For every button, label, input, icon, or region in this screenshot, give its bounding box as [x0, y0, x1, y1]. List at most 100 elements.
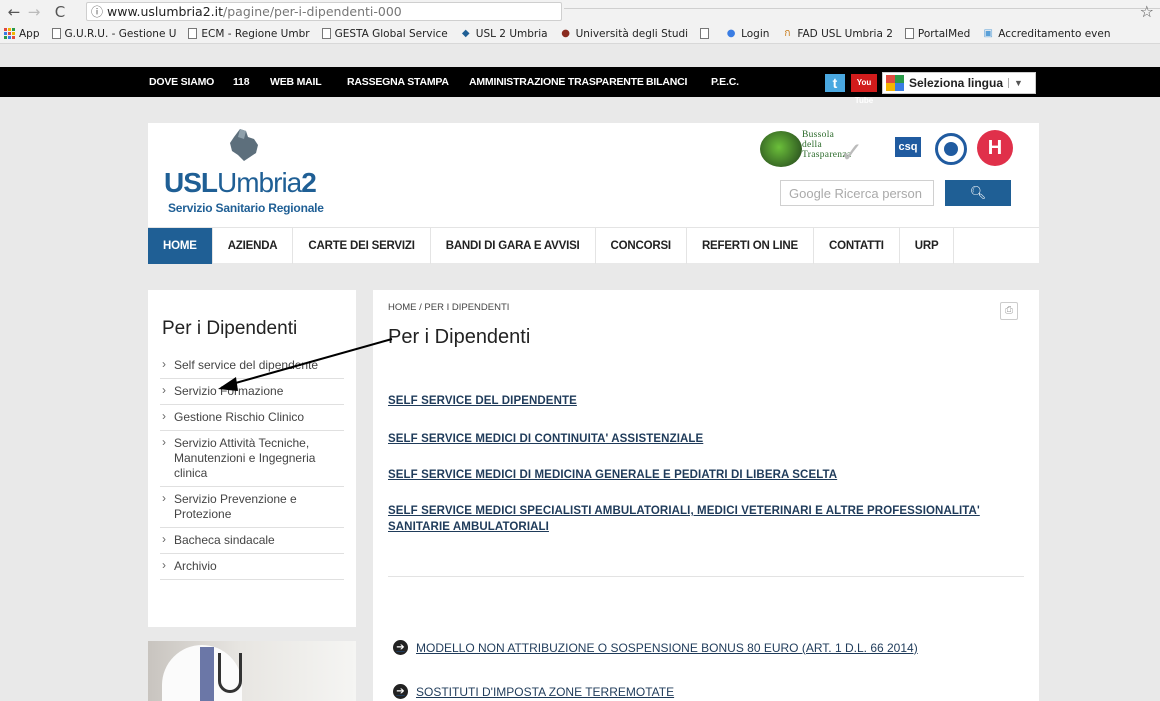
url-host: www.uslumbria2.it [107, 4, 224, 19]
sidebar-item-servizio-formazione[interactable]: Servizio Formazione [160, 379, 344, 405]
bookmark-portalmed[interactable]: PortalMed [904, 27, 971, 40]
site-topbar: DOVE SIAMO 118 WEB MAIL RASSEGNA STAMPA … [0, 67, 1160, 105]
nav-contatti[interactable]: CONTATTI [814, 228, 900, 264]
dropdown-arrow-icon: ▼ [1008, 78, 1023, 88]
certification-seal-icon [935, 133, 967, 165]
bookmark-label: FAD USL Umbria 2 [797, 27, 893, 40]
university-favicon-icon: ● [561, 27, 570, 39]
sidebar-title: Per i Dipendenti [162, 318, 298, 339]
csq-logo: csq [895, 137, 921, 157]
topbar-link-rassegna-stampa[interactable]: RASSEGNA STAMPA [347, 76, 449, 88]
bookmarks-bar: App G.U.R.U. - Gestione U ECM - Regione … [0, 24, 1160, 44]
bookmark-label: USL 2 Umbria [475, 27, 548, 40]
nav-concorsi[interactable]: CONCORSI [596, 228, 687, 264]
google-translate-icon [886, 75, 904, 91]
fad-favicon-icon: ก [784, 27, 791, 39]
bookmark-guru[interactable]: G.U.R.U. - Gestione U [51, 27, 177, 40]
usl-favicon-icon: ◆ [461, 27, 470, 39]
language-select[interactable]: Seleziona lingua ▼ [882, 72, 1036, 94]
nav-bandi-di-gara[interactable]: BANDI DI GARA E AVVISI [431, 228, 596, 264]
topbar-link-pec[interactable]: P.E.C. [711, 76, 739, 88]
apps-grid-icon [4, 27, 15, 40]
logo-wordmark[interactable]: USLUmbria2 [164, 167, 317, 199]
link-medici-specialisti[interactable]: SELF SERVICE MEDICI SPECIALISTI AMBULATO… [388, 503, 1028, 535]
checkmark-icon: ✓ [840, 136, 864, 169]
language-select-label: Seleziona lingua [909, 76, 1004, 90]
login-favicon-icon: ● [726, 27, 736, 39]
doc-link-label: MODELLO NON ATTRIBUZIONE O SOSPENSIONE B… [416, 640, 918, 655]
bookmark-label: Login [741, 27, 770, 40]
bussola-globe-icon [760, 131, 802, 167]
site-header: USLUmbria2 Servizio Sanitario Regionale … [148, 123, 1039, 264]
page-icon [188, 28, 198, 39]
circle-arrow-icon: ➔ [393, 684, 408, 699]
bookmark-label: Accreditamento even [998, 27, 1111, 40]
back-arrow-icon[interactable]: ← [4, 3, 24, 21]
bookmark-label: App [19, 27, 40, 40]
url-path: /pagine/per-i-dipendenti-000 [223, 4, 402, 19]
divider [388, 576, 1024, 577]
csq-certification-badge: csq [891, 131, 925, 171]
bookmark-usl2[interactable]: ◆ USL 2 Umbria [460, 28, 548, 40]
bookmark-label: GESTA Global Service [334, 27, 448, 40]
link-medici-continuita[interactable]: SELF SERVICE MEDICI DI CONTINUITA' ASSIS… [388, 431, 703, 447]
topbar-link-web-mail[interactable]: WEB MAIL [270, 76, 322, 88]
bookmark-fad[interactable]: ก FAD USL Umbria 2 [781, 27, 893, 40]
nav-urp[interactable]: URP [900, 228, 955, 264]
topbar-link-bilanci[interactable]: BILANCI [646, 76, 687, 88]
bookmark-blank[interactable] [700, 28, 713, 39]
doc-link-bonus-80[interactable]: ➔ MODELLO NON ATTRIBUZIONE O SOSPENSIONE… [393, 640, 918, 655]
topbar-link-118[interactable]: 118 [233, 76, 250, 88]
reload-icon[interactable]: C [50, 3, 70, 21]
page-icon [321, 28, 331, 39]
bussola-trasparenza-badge[interactable]: Bussola della Trasparenza ✓ [760, 128, 872, 172]
youtube-icon[interactable]: You Tube [851, 74, 877, 105]
nav-home[interactable]: HOME [148, 228, 213, 264]
address-bar[interactable]: ⓘ www.uslumbria2.it/pagine/per-i-dipende… [86, 2, 562, 21]
sidebar-item-self-service[interactable]: Self service del dipendente [160, 353, 344, 379]
link-medici-medicina-generale[interactable]: SELF SERVICE MEDICI DI MEDICINA GENERALE… [388, 467, 837, 483]
stethoscope-icon [218, 653, 242, 693]
main-content: HOME / PER I DIPENDENTI ⎙ Per i Dipenden… [373, 290, 1039, 701]
bookmark-login[interactable]: ● Login [725, 27, 770, 40]
nav-azienda[interactable]: AZIENDA [213, 228, 294, 264]
link-self-service-dipendente[interactable]: SELF SERVICE DEL DIPENDENTE [388, 393, 577, 409]
doc-link-zone-terremotate[interactable]: ➔ SOSTITUTI D'IMPOSTA ZONE TERREMOTATE [393, 684, 674, 699]
bookmark-label: Università degli Studi [575, 27, 689, 40]
page-icon [904, 28, 914, 39]
twitter-icon[interactable]: t [825, 74, 845, 92]
nav-referti-on-line[interactable]: REFERTI ON LINE [687, 228, 814, 264]
accreditamento-favicon-icon: ▣ [983, 27, 993, 39]
sidebar-menu: Self service del dipendente Servizio For… [160, 353, 344, 580]
breadcrumb[interactable]: HOME / PER I DIPENDENTI [388, 302, 509, 313]
search-input[interactable] [780, 180, 934, 206]
sidebar-item-bacheca-sindacale[interactable]: Bacheca sindacale [160, 528, 344, 554]
page-icon [51, 28, 61, 39]
print-icon[interactable]: ⎙ [1000, 302, 1018, 320]
sidebar-item-archivio[interactable]: Archivio [160, 554, 344, 580]
sidebar-item-attivita-tecniche[interactable]: Servizio Attività Tecniche, Manutenzioni… [160, 431, 344, 487]
bookmark-universita[interactable]: ● Università degli Studi [560, 27, 689, 40]
info-icon[interactable]: ⓘ [87, 3, 107, 20]
bookmark-label: PortalMed [917, 27, 971, 40]
sidebar-item-prevenzione[interactable]: Servizio Prevenzione e Protezione [160, 487, 344, 528]
search-button[interactable]: 🔍︎ [945, 180, 1011, 206]
topbar-link-amministrazione-trasparente[interactable]: AMMINISTRAZIONE TRASPARENTE [469, 76, 644, 88]
page-title: Per i Dipendenti [388, 326, 531, 348]
sidebar-item-rischio-clinico[interactable]: Gestione Rischio Clinico [160, 405, 344, 431]
umbria-region-logo-icon[interactable] [226, 127, 262, 163]
bookmark-star-icon[interactable]: ☆ [1140, 2, 1154, 21]
logo-usl: USL [164, 167, 218, 198]
nav-carte-dei-servizi[interactable]: CARTE DEI SERVIZI [293, 228, 431, 264]
forward-arrow-icon[interactable]: → [24, 3, 44, 21]
bookmark-apps[interactable]: App [4, 27, 40, 40]
hospital-h-icon: H [977, 130, 1013, 166]
topbar-link-dove-siamo[interactable]: DOVE SIAMO [149, 76, 214, 88]
bookmark-label: ECM - Regione Umbr [201, 27, 310, 40]
bookmark-label: G.U.R.U. - Gestione U [64, 27, 177, 40]
bookmark-gesta[interactable]: GESTA Global Service [321, 27, 448, 40]
bookmark-ecm[interactable]: ECM - Regione Umbr [188, 27, 310, 40]
bookmark-accreditamento[interactable]: ▣ Accreditamento even [982, 27, 1111, 40]
tab-strip-edge [564, 0, 1160, 9]
logo-two: 2 [301, 167, 317, 198]
